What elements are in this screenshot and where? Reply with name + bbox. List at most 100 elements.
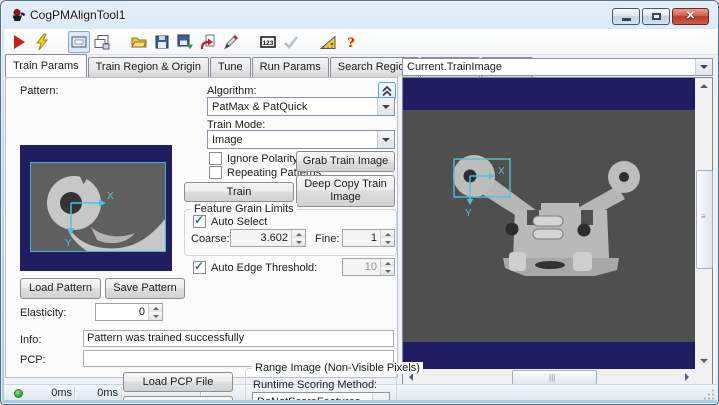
elasticity-up-arrow[interactable] xyxy=(149,304,162,312)
pattern-label: Pattern: xyxy=(20,85,59,97)
fine-down-arrow[interactable] xyxy=(381,238,394,246)
elasticity-label: Elasticity: xyxy=(20,307,67,319)
minimize-button[interactable] xyxy=(612,8,640,25)
coarse-down-arrow[interactable] xyxy=(292,238,305,246)
elasticity-value: 0 xyxy=(138,306,145,318)
threshold-down-arrow[interactable] xyxy=(381,267,394,275)
status-time-2: 0ms xyxy=(97,387,118,399)
fine-stepper[interactable]: 1 xyxy=(342,229,395,247)
image-display-panel: X Y ≡ ||| xyxy=(402,77,713,385)
record-display-dropdown-icon[interactable] xyxy=(695,59,712,75)
scroll-right-icon[interactable] xyxy=(679,369,695,384)
elasticity-down-arrow[interactable] xyxy=(149,312,162,320)
algorithm-label: Algorithm: xyxy=(207,85,257,97)
app-icon xyxy=(10,7,26,23)
toolbar: 123 ?? xyxy=(4,29,717,55)
numeric-display-icon[interactable]: 123 xyxy=(257,31,279,53)
load-pcp-file-button[interactable]: Load PCP File xyxy=(123,372,233,392)
tab-run-params[interactable]: Run Params xyxy=(251,57,329,77)
auto-select-checkbox[interactable] xyxy=(193,213,206,228)
record-display-select[interactable]: Current.TrainImage xyxy=(402,58,713,76)
ignore-polarity-checkbox[interactable] xyxy=(209,152,222,165)
svg-text:?: ? xyxy=(347,35,355,51)
run-icon[interactable] xyxy=(8,31,30,53)
record-display-value: Current.TrainImage xyxy=(407,61,502,73)
electric-pen-icon[interactable] xyxy=(220,31,242,53)
status-led-icon xyxy=(14,389,23,398)
auto-edge-threshold-value: 10 xyxy=(364,261,377,273)
live-run-icon[interactable] xyxy=(31,31,53,53)
trained-status: Trained xyxy=(18,398,80,400)
pattern-image: X Y xyxy=(30,162,166,252)
train-image-canvas[interactable]: X Y xyxy=(403,78,695,369)
app-window: CogPMAlignTool1 ✕ 123 ?? Train Params Tr… xyxy=(0,0,719,405)
double-chevron-up-icon xyxy=(382,85,392,97)
range-image-group-label: Range Image (Non-Visible Pixels) xyxy=(252,362,423,374)
title-bar[interactable]: CogPMAlignTool1 ✕ xyxy=(1,1,718,29)
save-icon[interactable] xyxy=(151,31,173,53)
minimize-icon xyxy=(621,18,631,21)
algorithm-dropdown-icon[interactable] xyxy=(377,98,394,115)
deep-copy-train-image-button[interactable]: Deep Copy Train Image xyxy=(296,175,395,207)
tab-train-region-origin[interactable]: Train Region & Origin xyxy=(87,57,209,77)
reset-icon[interactable] xyxy=(197,31,219,53)
scoring-dropdown-icon[interactable] xyxy=(372,393,389,400)
close-button[interactable]: ✕ xyxy=(672,8,709,25)
close-icon: ✕ xyxy=(685,10,696,22)
info-field[interactable]: Pattern was trained successfully xyxy=(83,330,394,347)
open-file-icon[interactable] xyxy=(128,31,150,53)
train-mode-dropdown-icon[interactable] xyxy=(377,131,394,148)
coarse-value: 3.602 xyxy=(260,232,288,244)
resize-grip[interactable] xyxy=(703,388,715,400)
runtime-scoring-method-select[interactable]: DoNotScoreFeatures xyxy=(252,392,390,400)
vertical-scrollbar[interactable]: ≡ xyxy=(695,78,713,369)
pattern-preview[interactable]: X Y xyxy=(20,145,172,271)
train-image: X Y xyxy=(403,110,695,342)
feature-grain-limits-label: Feature Grain Limits xyxy=(191,203,297,215)
grab-train-image-button[interactable]: Grab Train Image xyxy=(296,151,395,172)
coarse-stepper[interactable]: 3.602 xyxy=(230,229,306,247)
train-mode-select[interactable]: Image xyxy=(207,130,395,149)
runtime-scoring-method-label: Runtime Scoring Method: xyxy=(253,379,378,391)
scroll-down-icon[interactable] xyxy=(695,353,712,369)
measure-icon[interactable] xyxy=(317,31,339,53)
region-axis-x-label: X xyxy=(498,166,505,177)
horizontal-scrollbar[interactable]: ||| xyxy=(403,369,695,385)
fine-value: 1 xyxy=(370,232,377,244)
info-label: Info: xyxy=(20,334,42,346)
auto-edge-threshold-stepper[interactable]: 10 xyxy=(342,258,395,276)
save-pattern-button[interactable]: Save Pattern xyxy=(105,278,185,299)
svg-text:123: 123 xyxy=(263,39,274,46)
load-pattern-button[interactable]: Load Pattern xyxy=(20,278,101,299)
auto-edge-threshold-checkbox[interactable] xyxy=(193,259,206,274)
help-icon[interactable]: ?? xyxy=(340,31,362,53)
save-image-icon[interactable] xyxy=(174,31,196,53)
train-button[interactable]: Train xyxy=(184,182,294,202)
elasticity-stepper[interactable]: 0 xyxy=(95,303,163,321)
image-display-icon[interactable] xyxy=(68,30,90,53)
coarse-label: Coarse: xyxy=(191,233,230,245)
coarse-up-arrow[interactable] xyxy=(292,230,305,238)
maximize-button[interactable] xyxy=(642,8,670,25)
pattern-axis-x-label: X xyxy=(107,191,114,202)
ignore-polarity-label: Ignore Polarity xyxy=(227,152,298,165)
cascade-windows-icon[interactable] xyxy=(91,31,113,53)
horizontal-scroll-thumb[interactable]: ||| xyxy=(512,370,597,385)
vertical-scroll-thumb[interactable]: ≡ xyxy=(696,170,713,269)
tab-tune[interactable]: Tune xyxy=(209,57,251,77)
tab-train-params[interactable]: Train Params xyxy=(5,54,87,77)
pcp-label: PCP: xyxy=(20,354,46,366)
repeating-patterns-checkbox[interactable] xyxy=(209,166,222,179)
train-params-page: Pattern: X Y Load Pattern Save Pattern E… xyxy=(5,77,423,400)
clear-pcp-button[interactable]: Clear PCP xyxy=(123,396,233,400)
maximize-icon xyxy=(651,13,661,20)
algorithm-select[interactable]: PatMax & PatQuick xyxy=(207,97,395,116)
fine-up-arrow[interactable] xyxy=(381,230,394,238)
algorithm-value: PatMax & PatQuick xyxy=(212,100,308,113)
train-mode-value: Image xyxy=(212,133,243,146)
auto-select-label: Auto Select xyxy=(211,215,268,228)
scroll-up-icon[interactable] xyxy=(695,78,712,94)
runtime-scoring-method-value: DoNotScoreFeatures xyxy=(253,396,372,401)
threshold-up-arrow[interactable] xyxy=(381,259,394,267)
accept-icon[interactable] xyxy=(280,31,302,53)
